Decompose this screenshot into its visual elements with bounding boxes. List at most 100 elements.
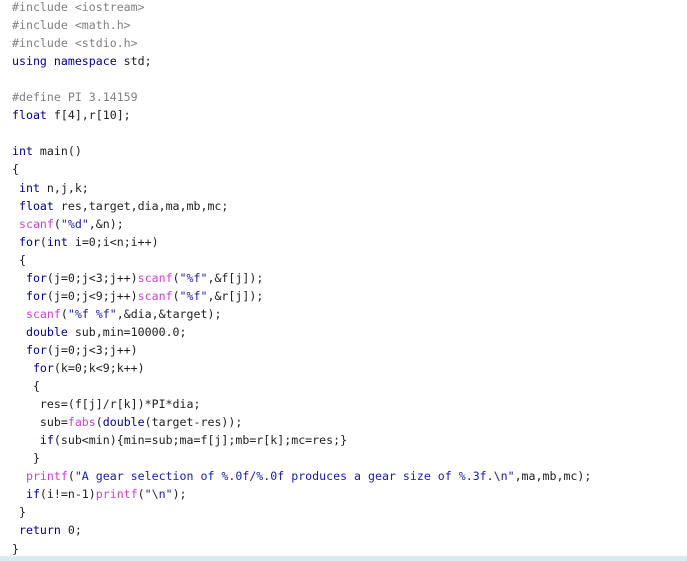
code-line: int main()	[12, 142, 82, 160]
code-line: using namespace std;	[12, 52, 152, 70]
code-token: "\n"	[144, 487, 173, 502]
code-token: (	[39, 234, 47, 249]
code-token: 0;	[60, 523, 82, 538]
code-token: using namespace	[12, 54, 117, 69]
code-line: for(int i=0;i<n;i++)	[12, 233, 159, 251]
code-editor-view: #include <iostream> #include <math.h> #inc…	[0, 0, 687, 556]
code-line: {	[12, 377, 40, 395]
code-line: }	[12, 540, 19, 557]
code-token: for	[12, 288, 47, 303]
code-token: #include <iostream>	[12, 0, 145, 14]
code-token: int	[12, 180, 40, 195]
code-token: (j=0;j<9;j++)	[46, 288, 138, 303]
code-token: if	[12, 433, 54, 448]
code-token: scanf	[12, 306, 61, 321]
code-token: (	[53, 216, 61, 231]
code-token: sub,min=10000.0;	[67, 324, 187, 339]
code-line: {	[12, 251, 26, 269]
code-token: sub=	[12, 415, 68, 430]
code-token: #include <math.h>	[12, 18, 131, 33]
code-line: #define PI 3.14159	[12, 88, 138, 106]
code-token: scanf	[137, 288, 173, 303]
code-token: (i!=n-1)	[39, 487, 96, 502]
code-token: double	[12, 324, 68, 339]
code-line: #include <stdio.h>	[12, 34, 138, 52]
code-token: main()	[32, 144, 82, 159]
code-token: std;	[116, 54, 152, 69]
code-token: "A gear selection of %.0f/%.0f produces …	[74, 469, 515, 484]
code-line: printf("A gear selection of %.0f/%.0f pr…	[12, 467, 591, 485]
code-token: ,&r[j]);	[207, 288, 264, 303]
code-line: int n,j,k;	[12, 179, 89, 197]
code-token: {	[12, 252, 26, 267]
code-token: (	[67, 469, 75, 484]
code-token: "%f"	[179, 288, 208, 303]
code-line: }	[12, 449, 40, 467]
code-token: "%f"	[179, 270, 208, 285]
code-token: (	[172, 270, 180, 285]
code-token: }	[12, 505, 26, 520]
code-line: float res,target,dia,ma,mb,mc;	[12, 197, 228, 215]
code-line: double sub,min=10000.0;	[12, 323, 187, 341]
code-token: ,ma,mb,mc);	[514, 469, 592, 484]
code-token: for	[12, 361, 54, 375]
code-line: scanf("%f %f",&dia,&target);	[12, 305, 221, 323]
code-token: "%f %f"	[67, 306, 117, 321]
code-token: for	[12, 342, 47, 357]
code-token: (	[60, 306, 68, 321]
code-line: {	[12, 160, 19, 178]
code-line: sub=fabs(double(target-res));	[12, 413, 242, 431]
code-token: printf	[12, 469, 68, 484]
code-line: if(i!=n-1)printf("\n");	[12, 485, 187, 503]
bottom-scroll-strip	[0, 556, 687, 561]
code-token: res=(f[j]/r[k])*PI*dia;	[12, 397, 201, 412]
code-line: for(j=0;j<3;j++)	[12, 341, 138, 359]
code-token: (	[95, 415, 103, 430]
code-line: return 0;	[12, 521, 82, 539]
code-line: scanf("%d",&n);	[12, 215, 124, 233]
code-token: (k=0;k<9;k++)	[53, 361, 145, 375]
code-token: {	[12, 162, 19, 177]
code-token: printf	[95, 487, 138, 502]
code-token: (sub<min){min=sub;ma=f[j];mb=r[k];mc=res…	[53, 433, 348, 448]
code-line: }	[12, 503, 26, 521]
code-token: ,&dia,&target);	[116, 306, 222, 321]
code-token: f[4],r[10];	[46, 108, 131, 123]
code-line: #include <iostream>	[12, 0, 145, 16]
code-line: float f[4],r[10];	[12, 106, 131, 124]
code-token: }	[12, 541, 19, 556]
code-token: scanf	[12, 216, 54, 231]
code-token: }	[12, 451, 40, 466]
code-line: if(sub<min){min=sub;ma=f[j];mb=r[k];mc=r…	[12, 431, 347, 449]
code-token: ,&n);	[88, 216, 124, 231]
code-line: for(k=0;k<9;k++)	[12, 359, 145, 377]
code-token: if	[12, 487, 40, 502]
code-token: int	[46, 234, 68, 249]
code-token: (	[137, 487, 145, 502]
code-token: res,target,dia,ma,mb,mc;	[53, 198, 229, 213]
code-token: n,j,k;	[39, 180, 89, 195]
code-token: int	[12, 144, 33, 159]
code-token: #define PI 3.14159	[12, 90, 138, 105]
code-token: (j=0;j<3;j++)	[46, 342, 138, 357]
code-token: "%d"	[60, 216, 89, 231]
code-token: for	[12, 234, 40, 249]
code-token: scanf	[137, 270, 173, 285]
code-token: );	[172, 487, 187, 502]
code-token: for	[12, 270, 47, 285]
code-token: (target-res));	[144, 415, 243, 430]
code-token: return	[12, 523, 61, 538]
code-token: ,&f[j]);	[207, 270, 264, 285]
code-line: for(j=0;j<9;j++)scanf("%f",&r[j]);	[12, 287, 263, 305]
code-token: fabs	[67, 415, 96, 430]
code-token: double	[102, 415, 145, 430]
code-token: i=0;i<n;i++)	[67, 234, 159, 249]
code-line: res=(f[j]/r[k])*PI*dia;	[12, 395, 201, 413]
code-line: #include <math.h>	[12, 16, 131, 34]
code-line: for(j=0;j<3;j++)scanf("%f",&f[j]);	[12, 269, 263, 287]
code-token: float	[12, 108, 47, 123]
code-token: (j=0;j<3;j++)	[46, 270, 138, 285]
code-token: {	[12, 379, 40, 394]
code-token: #include <stdio.h>	[12, 36, 138, 51]
code-token: float	[12, 198, 54, 213]
